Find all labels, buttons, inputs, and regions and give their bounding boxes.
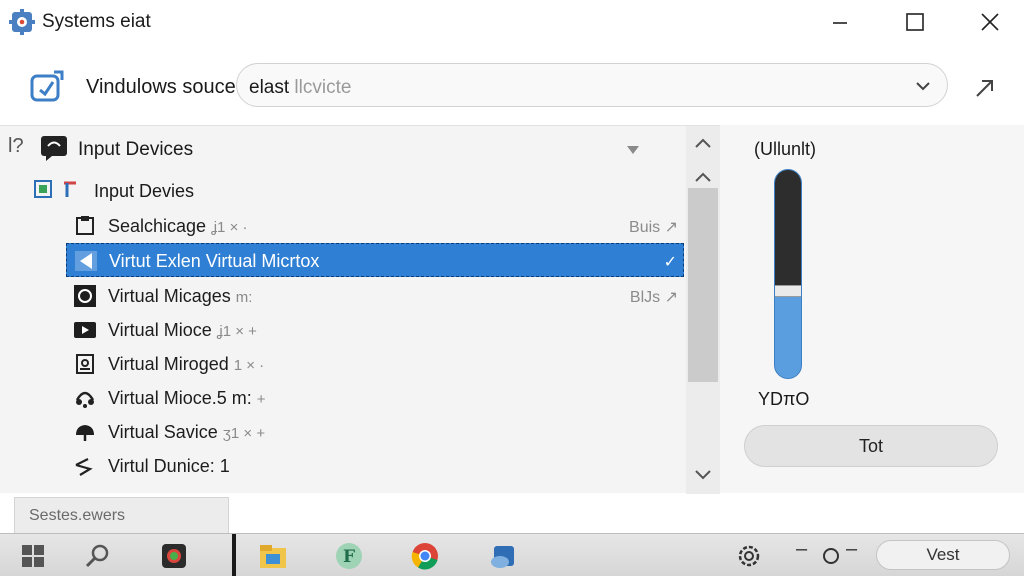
minimize-button[interactable] bbox=[810, 0, 870, 44]
tray-separator-icon: – bbox=[846, 538, 858, 560]
list-item-label: Virtual Mioce bbox=[108, 320, 212, 340]
microphone-icon bbox=[73, 249, 99, 273]
tray-button[interactable]: Vest bbox=[876, 540, 1010, 570]
device-list: l? Input Devices Input Devies Sealchicag… bbox=[0, 126, 686, 494]
maximize-button[interactable] bbox=[885, 0, 945, 44]
chevron-down-icon bbox=[916, 82, 930, 91]
device-group-icon bbox=[34, 180, 76, 198]
tray-button-label: Vest bbox=[926, 545, 960, 564]
speaker-icon bbox=[72, 284, 98, 308]
list-item-status: Buis ↗ bbox=[629, 219, 678, 236]
audio-source-icon bbox=[26, 68, 66, 106]
scroll-up-button[interactable] bbox=[686, 128, 720, 158]
input-devices-subheader[interactable]: Input Devies bbox=[34, 173, 674, 207]
list-item-suffix: ʒ1 × + bbox=[222, 425, 266, 442]
status-tab-label: Sestes.ewers bbox=[29, 507, 126, 524]
pin-button[interactable] bbox=[968, 72, 1002, 104]
camera-icon bbox=[72, 318, 98, 342]
source-dropdown[interactable]: elast llcvicte bbox=[236, 63, 948, 107]
list-item-label: Virtual Mioce.5 m: bbox=[108, 388, 252, 408]
device-icon bbox=[72, 214, 98, 238]
settings-gear-icon[interactable] bbox=[730, 537, 768, 575]
status-tab[interactable]: Sestes.ewers bbox=[14, 497, 229, 533]
list-item[interactable]: Virtual Miroged 1 × · bbox=[66, 347, 684, 381]
wave-icon bbox=[72, 454, 98, 478]
list-item[interactable]: Virtual Micages m: BlJs ↗ bbox=[66, 279, 684, 313]
title-bar: Systems eiat bbox=[0, 0, 1024, 44]
list-item-suffix: + bbox=[256, 391, 266, 408]
scrollbar-thumb[interactable] bbox=[688, 188, 718, 382]
list-item-suffix: m: bbox=[235, 289, 253, 306]
list-item-label: Virtul Dunice: 1 bbox=[108, 456, 230, 476]
search-icon[interactable] bbox=[78, 537, 116, 575]
test-button-label: Tot bbox=[858, 435, 883, 456]
input-devices-header-label: Input Devices bbox=[78, 139, 194, 160]
list-item-suffix: ʝ1 × · bbox=[211, 219, 248, 236]
folder-icon[interactable] bbox=[254, 537, 292, 575]
list-item-suffix: 1 × · bbox=[233, 357, 265, 374]
window-title: Systems eiat bbox=[42, 11, 151, 32]
list-item-label: Sealchicage bbox=[108, 216, 207, 236]
chevron-up-icon bbox=[695, 172, 711, 182]
list-item-label: Virtual Savice bbox=[108, 422, 218, 442]
level-panel: (Ullunlt) YDπO Tot bbox=[720, 125, 1024, 493]
list-item-label: Virtual Miroged bbox=[108, 354, 229, 374]
chrome-icon[interactable] bbox=[406, 537, 444, 575]
list-item[interactable]: Virtul Dunice: 1 bbox=[66, 449, 684, 483]
source-dropdown-value: elast llcvicte bbox=[249, 77, 352, 98]
chat-bubble-icon bbox=[41, 136, 67, 161]
windows-start-icon[interactable] bbox=[14, 537, 52, 575]
pin-arrow-icon bbox=[976, 80, 993, 97]
meter-slider-knob[interactable] bbox=[775, 285, 801, 297]
store-icon[interactable] bbox=[484, 537, 522, 575]
maximize-icon bbox=[906, 13, 924, 31]
taskbar: F – – Vest bbox=[0, 533, 1024, 576]
chevron-up-icon bbox=[695, 138, 711, 148]
svg-text:F: F bbox=[343, 547, 355, 567]
tray-circle-icon[interactable] bbox=[812, 537, 850, 575]
app-icon[interactable] bbox=[155, 537, 193, 575]
tray-separator-icon: – bbox=[796, 538, 808, 560]
list-item-status: BlJs ↗ bbox=[629, 289, 678, 306]
list-item[interactable]: Virtual Mioce ʝ1 × + bbox=[66, 313, 684, 347]
settings-gear-app-icon bbox=[9, 9, 35, 35]
meter-value: YDπO bbox=[758, 389, 810, 409]
taskbar-separator bbox=[232, 534, 236, 576]
app-f-icon[interactable]: F bbox=[330, 537, 368, 575]
test-button[interactable]: Tot bbox=[744, 425, 998, 467]
list-item[interactable]: Virtual Mioce.5 m: + bbox=[66, 381, 684, 415]
list-item-label: Virtut Exlen Virtual Micrtox bbox=[109, 251, 320, 271]
list-item[interactable]: Sealchicage ʝ1 × · Buis ↗ bbox=[66, 209, 684, 243]
caret-down-icon bbox=[627, 146, 639, 154]
list-item-label: Virtual Micages bbox=[108, 286, 231, 306]
meter-label: (Ullunlt) bbox=[754, 139, 817, 159]
list-scrollbar[interactable] bbox=[686, 126, 720, 494]
source-label: Vindulows souce bbox=[86, 76, 236, 98]
input-devices-subheader-label: Input Devies bbox=[94, 181, 195, 201]
list-item-selected[interactable]: Virtut Exlen Virtual Micrtox ✓ bbox=[66, 243, 684, 277]
close-icon bbox=[981, 13, 999, 31]
minimize-icon bbox=[833, 22, 847, 24]
meter-empty-portion bbox=[775, 170, 801, 291]
device-list-panel: l? Input Devices Input Devies Sealchicag… bbox=[0, 125, 720, 494]
lock-icon bbox=[72, 352, 98, 376]
close-button[interactable] bbox=[960, 0, 1020, 44]
headset-icon bbox=[72, 386, 98, 410]
volume-level-meter[interactable] bbox=[774, 169, 802, 379]
list-item-suffix: ʝ1 × + bbox=[216, 323, 257, 340]
help-mark[interactable]: l? bbox=[8, 135, 24, 158]
cloud-icon bbox=[72, 420, 98, 444]
list-item[interactable]: Virtual Savice ʒ1 × + bbox=[66, 415, 684, 449]
input-devices-header[interactable]: Input Devices bbox=[40, 131, 680, 165]
chevron-down-icon bbox=[695, 470, 711, 480]
checkmark-icon: ✓ bbox=[663, 254, 677, 271]
scroll-down-button[interactable] bbox=[686, 460, 720, 490]
